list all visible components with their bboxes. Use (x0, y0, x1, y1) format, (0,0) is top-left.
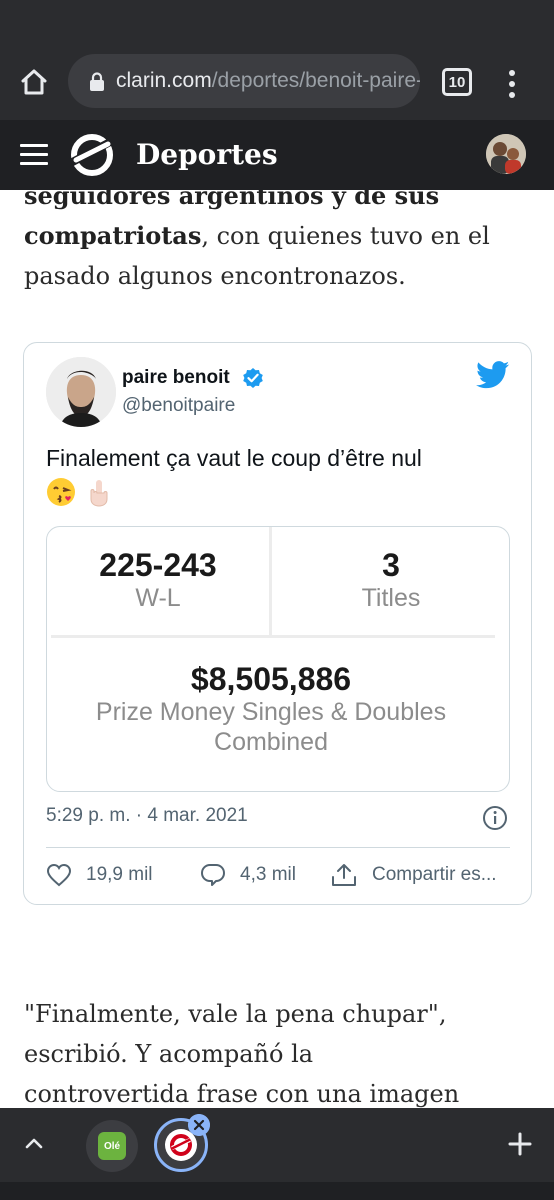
browser-toolbar: clarin.com/deportes/benoit-paire- 10 (0, 48, 554, 120)
tweet-author-avatar[interactable] (46, 357, 116, 427)
plus-icon[interactable] (506, 1130, 534, 1158)
like-count: 19,9 mil (86, 864, 153, 885)
more-vert-icon[interactable] (500, 68, 524, 100)
address-bar[interactable]: clarin.com/deportes/benoit-paire- (68, 54, 420, 108)
stats-divider-horizontal (51, 635, 495, 638)
article-text-2: pasado algunos encontronazos. (24, 262, 406, 290)
tweet-timestamp[interactable]: 5:29 p. m. · 4 mar. 2021 (46, 805, 248, 827)
clarin-logo[interactable] (70, 134, 114, 176)
home-icon (21, 69, 47, 95)
twitter-bird-icon[interactable] (476, 361, 510, 389)
chevron-up-icon[interactable] (22, 1132, 46, 1156)
stat-wl: 225-243 W-L (47, 547, 269, 613)
reply-count: 4,3 mil (240, 864, 296, 885)
tweet-emoji-row (46, 477, 118, 511)
stat-titles: 3 Titles (272, 547, 509, 613)
reply-button[interactable]: 4,3 mil (200, 861, 296, 889)
close-icon[interactable] (188, 1114, 210, 1136)
like-button[interactable]: 19,9 mil (46, 861, 153, 889)
heart-icon (46, 863, 72, 887)
site-header: Deportes (0, 120, 554, 190)
reply-bubble-icon (201, 864, 225, 886)
info-icon[interactable] (482, 805, 508, 831)
article-text-1: , con quienes tuvo en el (201, 222, 490, 250)
status-bar (0, 0, 554, 48)
kissing-face-emoji (47, 478, 75, 506)
article-bold-2: compatriotas (24, 221, 202, 250)
tweet-author-handle[interactable]: @benoitpaire (122, 395, 235, 417)
home-button[interactable] (16, 64, 52, 100)
url-domain: clarin.com (116, 69, 212, 92)
tweet-image-stats[interactable]: 225-243 W-L 3 Titles $8,505,886 Prize Mo… (46, 526, 510, 792)
tab-group-strip: Olé (0, 1108, 554, 1182)
stat-prize: $8,505,886 Prize Money Singles & Doubles… (47, 661, 495, 757)
article-paragraph-bottom: "Finalmente, vale la pena chupar", escri… (24, 994, 534, 1114)
url-text: clarin.com/deportes/benoit-paire- (116, 68, 420, 94)
share-label: Compartir es... (372, 864, 497, 885)
article-paragraph-top: seguidores argentinos y de sus compatrio… (24, 176, 534, 296)
system-nav-bar (0, 1182, 554, 1200)
tweet-author-name[interactable]: paire benoit (122, 367, 230, 389)
stat-titles-label: Titles (361, 584, 421, 612)
url-path: /deportes/benoit-paire- (211, 69, 420, 92)
article-text-5: controvertida frase con una imagen (24, 1080, 460, 1108)
verified-badge-icon (243, 368, 263, 388)
site-section-title[interactable]: Deportes (136, 136, 278, 174)
stat-prize-label-2: Combined (214, 728, 328, 756)
middle-finger-emoji (90, 480, 108, 507)
stat-prize-value: $8,505,886 (190, 661, 352, 697)
tab-ole[interactable]: Olé (86, 1120, 138, 1172)
tweet-text: Finalement ça vaut le coup d’être nul (46, 445, 422, 471)
ole-favicon: Olé (98, 1132, 126, 1160)
hamburger-icon[interactable] (20, 144, 50, 166)
stat-prize-label-1: Prize Money Singles & Doubles (95, 698, 447, 726)
share-icon (332, 864, 356, 886)
tweet-separator (46, 847, 510, 848)
lock-icon (90, 72, 104, 91)
tab-switcher-button[interactable]: 10 (442, 68, 472, 96)
tweet-embed[interactable]: paire benoit @benoitpaire Finalement ça … (23, 342, 532, 905)
stat-wl-value: 225-243 (99, 547, 217, 583)
user-avatar[interactable] (486, 134, 526, 174)
share-button[interactable]: Compartir es... (330, 861, 497, 889)
stat-wl-label: W-L (135, 584, 181, 612)
stat-titles-value: 3 (382, 547, 400, 583)
article-text-3: "Finalmente, vale la pena chupar", (24, 1000, 447, 1028)
article-text-4: escribió. Y acompañó la (24, 1040, 314, 1068)
